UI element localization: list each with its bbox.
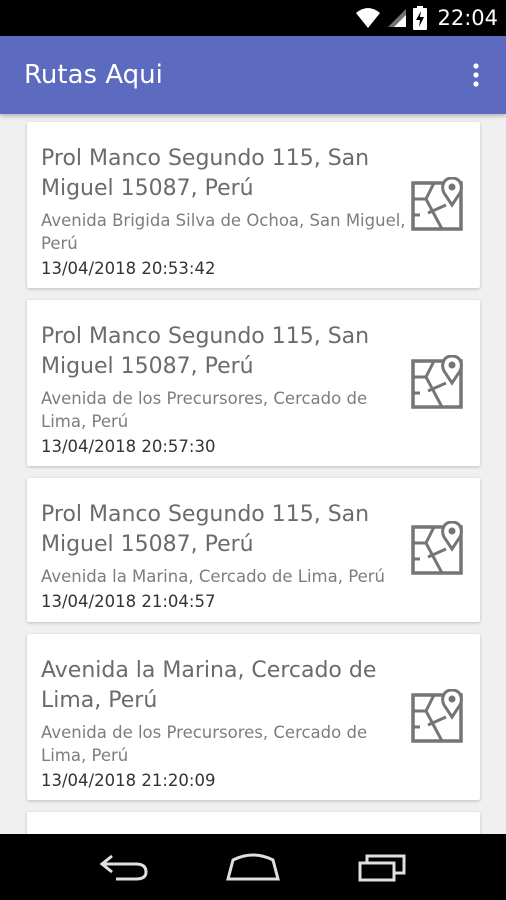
route-card-text: Prol Manco Segundo 115, San Miguel 15087… bbox=[41, 500, 441, 613]
route-datetime: 13/04/2018 20:53:42 bbox=[41, 259, 216, 278]
wifi-icon bbox=[356, 8, 381, 28]
route-datetime: 13/04/2018 21:20:09 bbox=[41, 771, 216, 790]
route-card[interactable]: Prol Manco Segundo 115, San Miguel 15087… bbox=[27, 300, 480, 466]
map-icon[interactable] bbox=[410, 689, 466, 745]
route-origin: Prol Manco Segundo 115, San Miguel 15087… bbox=[41, 502, 370, 557]
route-destination: Avenida la Marina, Cercado de Lima, Perú bbox=[41, 567, 385, 586]
app-title: Rutas Aqui bbox=[24, 60, 163, 90]
route-origin: Prol Manco Segundo 115, San Miguel 15087… bbox=[41, 324, 370, 379]
app-bar: Rutas Aqui bbox=[0, 36, 506, 114]
map-icon[interactable] bbox=[410, 177, 466, 233]
status-bar: 22:04 bbox=[0, 0, 506, 36]
route-list[interactable]: Prol Manco Segundo 115, San Miguel 15087… bbox=[0, 114, 506, 834]
route-origin: Prol Manco Segundo 115, San Miguel 15087… bbox=[41, 146, 370, 201]
overflow-menu-icon bbox=[473, 63, 479, 87]
route-card-text: Avenida la Marina, Cercado de Lima, Perú… bbox=[41, 656, 411, 792]
route-destination: Avenida de los Precursores, Cercado de L… bbox=[41, 723, 368, 765]
home-button[interactable] bbox=[218, 842, 288, 892]
map-icon[interactable] bbox=[410, 521, 466, 577]
route-card-partial[interactable] bbox=[27, 812, 480, 834]
navigation-bar bbox=[0, 834, 506, 900]
battery-charging-icon bbox=[413, 6, 428, 30]
route-datetime: 13/04/2018 21:04:57 bbox=[41, 592, 216, 611]
recents-button[interactable] bbox=[347, 842, 417, 892]
route-card[interactable]: Avenida la Marina, Cercado de Lima, Perú… bbox=[27, 634, 480, 800]
route-card[interactable]: Prol Manco Segundo 115, San Miguel 15087… bbox=[27, 478, 480, 622]
status-time: 22:04 bbox=[437, 6, 498, 30]
route-destination: Avenida Brigida Silva de Ochoa, San Migu… bbox=[41, 211, 406, 253]
signal-icon bbox=[388, 9, 407, 27]
status-icons: 22:04 bbox=[355, 6, 498, 30]
home-icon bbox=[226, 853, 280, 881]
map-icon[interactable] bbox=[410, 355, 466, 411]
back-icon bbox=[99, 854, 148, 881]
overflow-menu-button[interactable] bbox=[464, 55, 488, 95]
route-origin: Avenida la Marina, Cercado de Lima, Perú bbox=[41, 658, 377, 713]
recents-icon bbox=[358, 854, 406, 882]
route-card-text: Prol Manco Segundo 115, San Miguel 15087… bbox=[41, 144, 411, 280]
back-button[interactable] bbox=[89, 842, 159, 892]
route-card[interactable]: Prol Manco Segundo 115, San Miguel 15087… bbox=[27, 122, 480, 288]
route-destination: Avenida de los Precursores, Cercado de L… bbox=[41, 389, 368, 431]
route-datetime: 13/04/2018 20:57:30 bbox=[41, 437, 216, 456]
route-card-text: Prol Manco Segundo 115, San Miguel 15087… bbox=[41, 322, 411, 458]
